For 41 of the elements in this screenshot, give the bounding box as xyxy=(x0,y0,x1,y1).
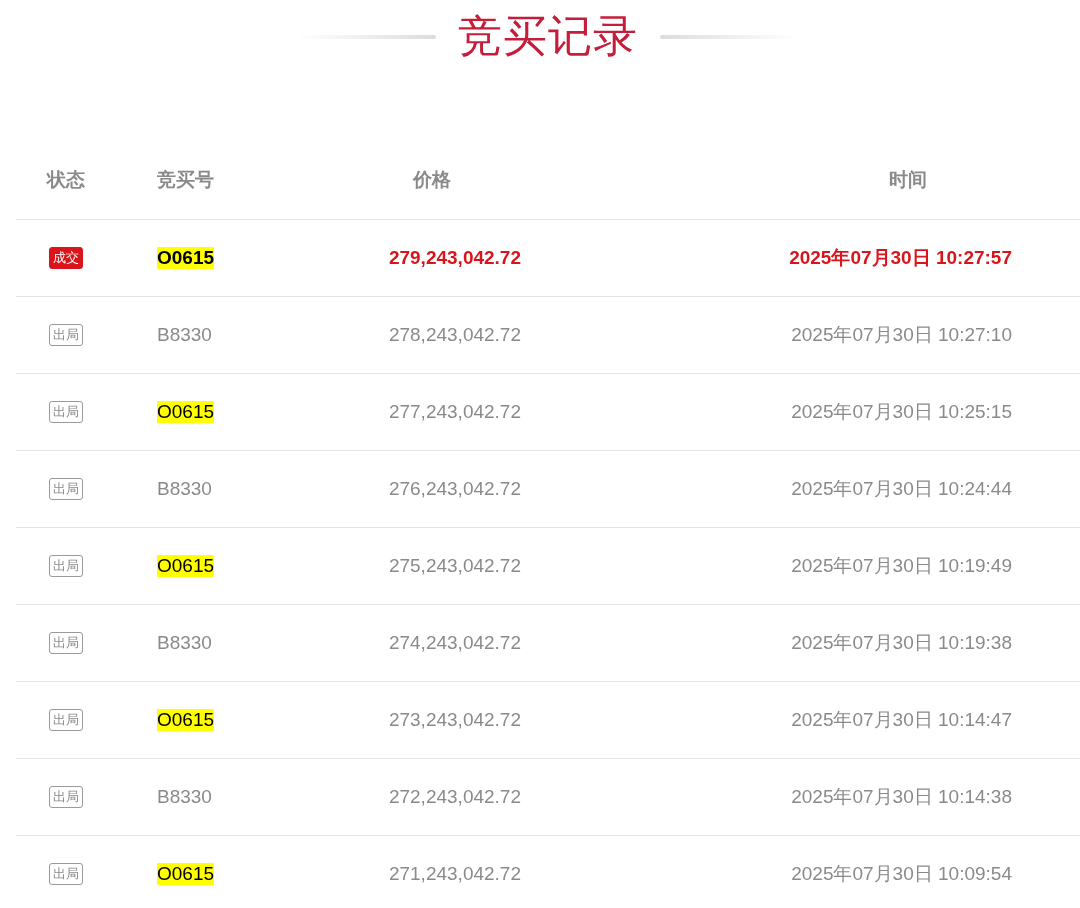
price-cell: 271,243,042.72 xyxy=(388,863,521,885)
time-cell-text: 2025年07月30日 10:27:57 xyxy=(789,246,1012,270)
bidder-number: O0615 xyxy=(157,555,215,577)
status-badge: 出局 xyxy=(49,478,83,500)
bidder-number: B8330 xyxy=(157,324,212,346)
bidder-number: B8330 xyxy=(157,632,212,654)
time-cell-text: 2025年07月30日 10:14:38 xyxy=(791,785,1012,809)
time-cell-text: 2025年07月30日 10:24:44 xyxy=(791,477,1012,501)
status-badge: 出局 xyxy=(49,555,83,577)
price-cell: 275,243,042.72 xyxy=(388,555,521,577)
time-cell-text: 2025年07月30日 10:27:10 xyxy=(791,323,1012,347)
bidder-number: O0615 xyxy=(157,709,215,731)
price-cell: 276,243,042.72 xyxy=(388,478,521,500)
column-header: 竞买号 xyxy=(157,167,214,192)
status-badge: 成交 xyxy=(49,247,83,269)
price-cell: 273,243,042.72 xyxy=(388,709,521,731)
status-badge: 出局 xyxy=(49,709,83,731)
status-badge: 出局 xyxy=(49,324,83,346)
bidder-number: B8330 xyxy=(157,478,212,500)
status-badge: 出局 xyxy=(49,786,83,808)
column-header: 时间 xyxy=(889,167,927,192)
bidder-number: B8330 xyxy=(157,786,212,808)
status-badge: 出局 xyxy=(49,401,83,423)
price-cell: 277,243,042.72 xyxy=(388,401,521,423)
price-cell: 274,243,042.72 xyxy=(388,632,521,654)
time-cell-text: 2025年07月30日 10:14:47 xyxy=(791,708,1012,732)
status-badge: 出局 xyxy=(49,632,83,654)
price-cell: 279,243,042.72 xyxy=(388,247,521,269)
time-cell-text: 2025年07月30日 10:19:49 xyxy=(791,554,1012,578)
price-cell: 278,243,042.72 xyxy=(388,324,521,346)
bidder-number: O0615 xyxy=(157,247,215,269)
status-badge: 出局 xyxy=(49,863,83,885)
column-header: 状态 xyxy=(47,167,85,192)
price-cell: 272,243,042.72 xyxy=(388,786,521,808)
page-title: 竞买记录 xyxy=(458,10,638,62)
time-cell-text: 2025年07月30日 10:19:38 xyxy=(791,631,1012,655)
time-cell-text: 2025年07月30日 10:25:15 xyxy=(791,400,1012,424)
column-header: 价格 xyxy=(413,167,451,192)
time-cell-text: 2025年07月30日 10:09:54 xyxy=(791,862,1012,886)
bidder-number: O0615 xyxy=(157,401,215,423)
bidder-number: O0615 xyxy=(157,863,215,885)
